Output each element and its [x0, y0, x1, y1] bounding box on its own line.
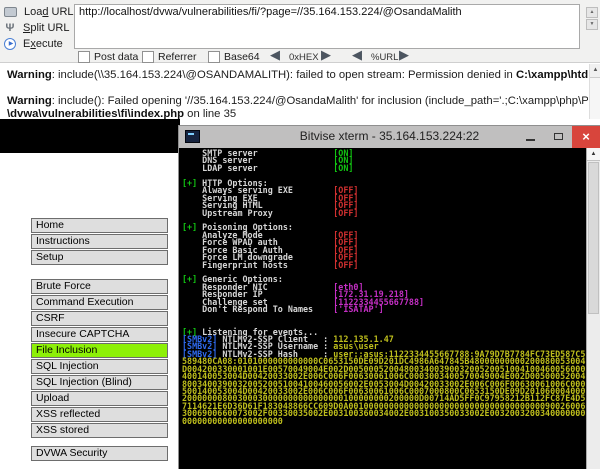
referrer-label: Referrer	[158, 51, 197, 63]
execute-label: Execute	[23, 38, 63, 50]
load-url-icon	[4, 7, 17, 17]
sidebar-group: DVWA Security	[31, 446, 168, 461]
terminal-titlebar[interactable]: Bitvise xterm - 35.164.153.224:22 ×	[179, 126, 600, 148]
terminal-window: Bitvise xterm - 35.164.153.224:22 × SMTP…	[178, 125, 600, 469]
php-warning-2: Warning: include(): Failed opening '//35…	[7, 95, 588, 107]
split-url-button[interactable]: Ψ Split URL	[4, 21, 70, 35]
sidebar-group: Brute Force Command Execution CSRF Insecure…	[31, 279, 168, 438]
execute-icon: ▶	[4, 38, 16, 50]
toolbar-scrollbar[interactable]: ▲ ▼	[586, 7, 598, 31]
terminal-line: LDAP server [ON]	[182, 162, 354, 173]
base64-label: Base64	[224, 51, 260, 63]
sidebar-item-setup[interactable]: Setup	[31, 250, 168, 265]
hex-convert-button[interactable]: 0xHEX	[289, 52, 319, 63]
terminal-scrollbar[interactable]: ▲	[586, 148, 600, 469]
page-scrollbar[interactable]: ▲	[589, 64, 600, 119]
execute-button[interactable]: ▶ Execute	[4, 37, 63, 51]
sidebar-item-xss-reflected[interactable]: XSS reflected	[31, 407, 168, 422]
scroll-up-icon[interactable]: ▲	[590, 64, 600, 78]
hackbar-toolbar: Load URL Ψ Split URL ▶ Execute http://lo…	[0, 0, 600, 63]
terminal-line: Upstream Proxy [OFF]	[182, 207, 359, 218]
base64-checkbox[interactable]	[208, 51, 220, 63]
sidebar-item-upload[interactable]: Upload	[31, 391, 168, 406]
sidebar-item-command-execution[interactable]: Command Execution	[31, 295, 168, 310]
sidebar-item-xss-stored[interactable]: XSS stored	[31, 423, 168, 438]
url-right-arrow-icon[interactable]: ▶	[399, 48, 409, 62]
load-url-label: Load URL	[24, 6, 74, 18]
hex-left-arrow-icon[interactable]: ◀	[270, 48, 280, 62]
sidebar-item-brute-force[interactable]: Brute Force	[31, 279, 168, 294]
post-data-label: Post data	[94, 51, 139, 63]
sidebar-group: Home Instructions Setup	[31, 218, 168, 265]
minimize-button[interactable]	[516, 126, 545, 148]
maximize-button[interactable]	[545, 126, 572, 148]
terminal-line: Don't Respond To Names ['ISATAP']	[182, 304, 384, 315]
url-input[interactable]: http://localhost/dvwa/vulnerabilities/fi…	[74, 4, 580, 49]
scroll-down-icon[interactable]: ▼	[586, 19, 598, 30]
sidebar-item-insecure-captcha[interactable]: Insecure CAPTCHA	[31, 327, 168, 342]
url-convert-button[interactable]: %URL	[371, 52, 398, 63]
sidebar-item-sql-injection-blind-[interactable]: SQL Injection (Blind)	[31, 375, 168, 390]
sidebar-item-file-inclusion[interactable]: File Inclusion	[31, 343, 168, 358]
terminal-body: SMTP server [ON] DNS server [ON] LDAP se…	[180, 148, 586, 469]
sidebar-item-csrf[interactable]: CSRF	[31, 311, 168, 326]
scrollbar-thumb[interactable]	[588, 162, 599, 314]
php-warning-1: Warning: include(\\35.164.153.224\@OSAND…	[7, 69, 588, 81]
sidebar-item-dvwa-security[interactable]: DVWA Security	[31, 446, 168, 461]
split-url-label: Split URL	[23, 22, 70, 34]
sidebar-item-sql-injection[interactable]: SQL Injection	[31, 359, 168, 374]
scroll-up-icon[interactable]: ▲	[587, 148, 600, 161]
screen: Load URL Ψ Split URL ▶ Execute http://lo…	[0, 0, 600, 469]
post-data-checkbox[interactable]	[78, 51, 90, 63]
referrer-checkbox[interactable]	[142, 51, 154, 63]
warnings-area: Warning: include(\\35.164.153.224\@OSAND…	[0, 63, 600, 120]
scroll-up-icon[interactable]: ▲	[586, 7, 598, 18]
terminal-line: 00000000000000000000	[182, 415, 283, 426]
sidebar: Home Instructions Setup Brute Force Command …	[31, 218, 168, 462]
split-url-icon: Ψ	[5, 22, 15, 34]
close-button[interactable]: ×	[572, 126, 600, 148]
dvwa-header-band	[0, 119, 180, 153]
load-url-button[interactable]: Load URL	[4, 5, 74, 19]
url-left-arrow-icon[interactable]: ◀	[352, 48, 362, 62]
hex-right-arrow-icon[interactable]: ▶	[321, 48, 331, 62]
terminal-line: Fingerprint hosts [OFF]	[182, 259, 359, 270]
sidebar-item-instructions[interactable]: Instructions	[31, 234, 168, 249]
sidebar-item-home[interactable]: Home	[31, 218, 168, 233]
